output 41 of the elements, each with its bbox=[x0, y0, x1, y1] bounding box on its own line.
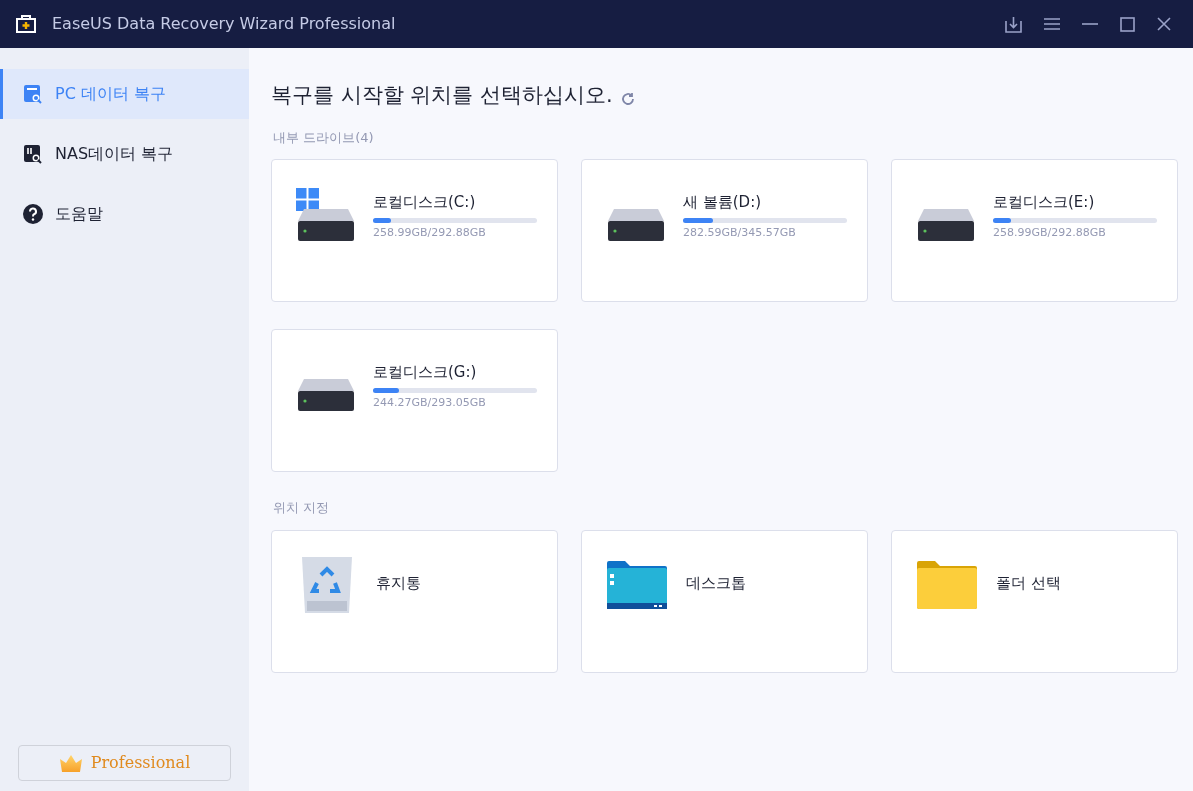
toolbox-icon bbox=[16, 15, 36, 33]
drive-usage: 258.99GB/292.88GB bbox=[373, 225, 487, 241]
drive-name: 로컬디스크(G:) bbox=[373, 361, 478, 383]
sidebar-item[interactable]: 도움말 bbox=[0, 189, 249, 239]
drive-name: 로컬디스크(E:) bbox=[993, 191, 1096, 213]
drive-card[interactable]: 로컬디스크(E:) 258.99GB/292.88GB bbox=[891, 158, 1178, 302]
help-icon bbox=[23, 204, 43, 224]
drive-name: 로컬디스크(C:) bbox=[373, 191, 477, 213]
hard-drive-icon bbox=[918, 208, 974, 241]
drive-usage: 258.99GB/292.88GB bbox=[993, 225, 1107, 241]
drive-name: 새 볼륨(D:) bbox=[683, 191, 763, 213]
maximize-icon[interactable] bbox=[1120, 16, 1135, 32]
section-label: 내부 드라이브(4) bbox=[273, 129, 375, 147]
drive-card[interactable]: 로컬디스크(C:) 258.99GB/292.88GB bbox=[271, 158, 558, 302]
hard-drive-icon bbox=[608, 208, 664, 241]
download-icon[interactable] bbox=[1005, 15, 1022, 33]
recycle-bin-icon bbox=[301, 555, 353, 615]
drive-usage: 282.59GB/345.57GB bbox=[683, 225, 797, 241]
location-name: 휴지통 bbox=[376, 573, 421, 594]
computer-search-icon bbox=[23, 84, 43, 104]
drive-usage: 244.27GB/293.05GB bbox=[373, 395, 487, 411]
location-name: 데스크톱 bbox=[686, 573, 746, 594]
section-label: 위치 지정 bbox=[273, 498, 331, 517]
folder-icon bbox=[917, 561, 977, 609]
hard-drive-icon bbox=[298, 378, 354, 411]
location-card[interactable]: 폴더 선택 bbox=[891, 530, 1178, 673]
close-icon[interactable] bbox=[1157, 17, 1171, 31]
folder-icon bbox=[607, 561, 667, 609]
menu-icon[interactable] bbox=[1044, 17, 1060, 31]
drive-card[interactable]: 로컬디스크(G:) 244.27GB/293.05GB bbox=[271, 328, 558, 472]
location-card[interactable]: 데스크톱 bbox=[581, 530, 868, 673]
refresh-icon[interactable] bbox=[620, 92, 635, 106]
location-name: 폴더 선택 bbox=[996, 573, 1061, 594]
hard-drive-icon bbox=[298, 208, 354, 241]
page-heading: 복구를 시작할 위치를 선택하십시오. bbox=[271, 82, 613, 110]
sidebar-item[interactable]: NAS데이터 복구 bbox=[0, 129, 249, 179]
location-card[interactable]: 휴지통 bbox=[271, 530, 558, 673]
crown-icon bbox=[58, 754, 83, 772]
server-search-icon bbox=[23, 144, 43, 164]
window-title: EaseUS Data Recovery Wizard Professional bbox=[52, 13, 396, 35]
drive-card[interactable]: 새 볼륨(D:) 282.59GB/345.57GB bbox=[581, 158, 868, 302]
